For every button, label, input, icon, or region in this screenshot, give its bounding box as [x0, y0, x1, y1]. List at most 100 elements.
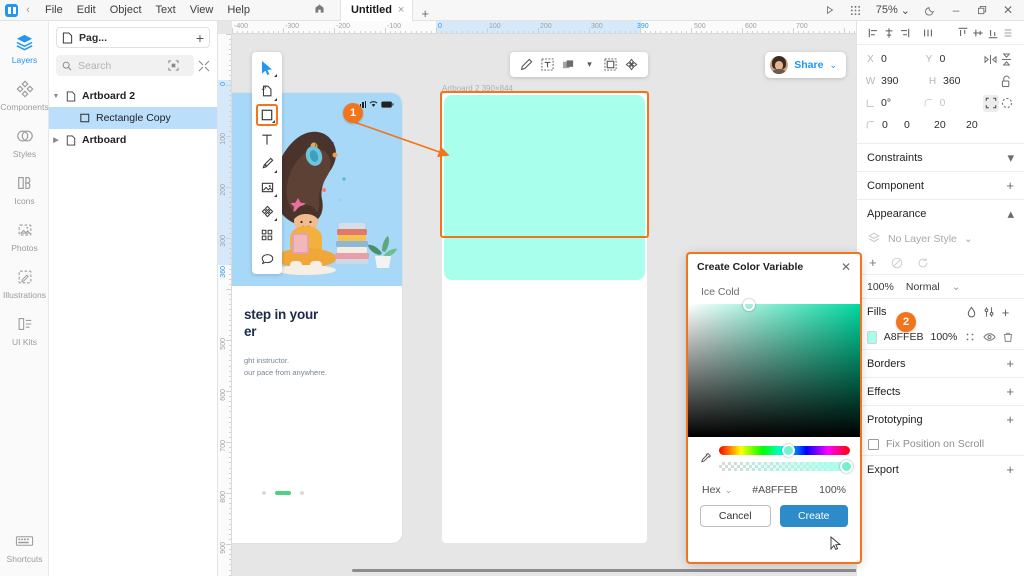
- maximize-button[interactable]: [970, 0, 994, 21]
- section-effects[interactable]: Effects +: [857, 377, 1024, 405]
- context-toolbar[interactable]: ▾: [510, 52, 648, 77]
- tab-untitled[interactable]: Untitled ×: [339, 0, 414, 21]
- section-prototyping[interactable]: Prototyping +: [857, 405, 1024, 433]
- apps-grid-icon[interactable]: [844, 0, 868, 21]
- saturation-value-area[interactable]: [688, 299, 860, 437]
- image-tool[interactable]: [256, 176, 278, 198]
- fill-color-swatch[interactable]: [867, 330, 877, 344]
- height-field[interactable]: H 360: [928, 75, 990, 87]
- hex-mode-selector[interactable]: Hex ⌄: [702, 484, 732, 496]
- blend-mode-value[interactable]: Normal: [906, 281, 940, 293]
- create-button[interactable]: Create: [779, 505, 848, 527]
- plus-icon[interactable]: +: [1006, 384, 1014, 399]
- menu-file[interactable]: File: [38, 0, 70, 21]
- section-borders[interactable]: Borders +: [857, 349, 1024, 377]
- moon-icon[interactable]: [918, 0, 942, 21]
- plus-icon[interactable]: +: [1006, 412, 1014, 427]
- app-logo-icon[interactable]: [5, 3, 18, 17]
- radius-field[interactable]: 0: [924, 97, 982, 109]
- x-field[interactable]: X 0: [866, 53, 924, 65]
- align-bottom-icon[interactable]: [985, 21, 1000, 45]
- share-bar[interactable]: Share ⌄: [765, 52, 846, 78]
- layer-style-row[interactable]: No Layer Style ⌄: [857, 227, 1024, 251]
- menu-object[interactable]: Object: [103, 0, 149, 21]
- tab-close-icon[interactable]: ×: [398, 4, 404, 16]
- plus-icon[interactable]: +: [1006, 462, 1014, 477]
- rectangle-copy-shape[interactable]: [444, 95, 645, 280]
- cancel-button[interactable]: Cancel: [700, 505, 771, 527]
- layer-row-artboard2[interactable]: ▼ Artboard 2: [49, 85, 217, 107]
- chevron-down-icon[interactable]: ▾: [581, 56, 598, 73]
- collapse-all-icon[interactable]: [198, 60, 210, 72]
- search-box[interactable]: [56, 55, 194, 76]
- zoom-selector[interactable]: 75% ⌄: [870, 4, 916, 17]
- chevron-up-icon[interactable]: ▴: [1007, 206, 1014, 222]
- rail-item-layers[interactable]: Layers: [0, 21, 49, 65]
- avatar[interactable]: [770, 56, 789, 74]
- distribute-h-icon[interactable]: [920, 21, 935, 45]
- trash-icon[interactable]: [1003, 331, 1014, 343]
- unlock-icon[interactable]: [998, 73, 1015, 90]
- corner-br[interactable]: 20: [934, 119, 966, 131]
- rail-item-uikits[interactable]: UI Kits: [0, 300, 49, 347]
- mask-icon[interactable]: [602, 56, 619, 73]
- opacity-value[interactable]: 100%: [819, 484, 846, 496]
- color-drop-icon[interactable]: [963, 304, 980, 321]
- layer-row-artboard[interactable]: ▶ Artboard: [49, 129, 217, 151]
- flip-horizontal-icon[interactable]: [983, 51, 999, 68]
- add-fill-button[interactable]: +: [997, 304, 1014, 321]
- boolean-icon[interactable]: [560, 56, 577, 73]
- page-selector[interactable]: Pag... +: [56, 27, 210, 48]
- hex-value[interactable]: #A8FFEB: [752, 484, 798, 496]
- distribute-icon[interactable]: [623, 56, 640, 73]
- rail-item-shortcuts[interactable]: Shortcuts: [0, 531, 49, 564]
- back-icon[interactable]: ‹: [18, 4, 38, 16]
- menu-edit[interactable]: Edit: [70, 0, 103, 21]
- distribute-v-icon[interactable]: [1000, 21, 1015, 45]
- layer-row-rectangle-copy[interactable]: Rectangle Copy: [49, 107, 217, 129]
- text-tool[interactable]: [256, 128, 278, 150]
- pen-tool[interactable]: [256, 152, 278, 174]
- grid-tool[interactable]: [256, 224, 278, 246]
- align-middle-v-icon[interactable]: [970, 21, 985, 45]
- search-input[interactable]: [78, 59, 162, 72]
- hide-icon[interactable]: [983, 332, 996, 342]
- rail-item-styles[interactable]: Styles: [0, 112, 49, 159]
- shape-tool[interactable]: [256, 200, 278, 222]
- focus-icon[interactable]: [168, 60, 179, 71]
- section-appearance[interactable]: Appearance ▴: [857, 199, 1024, 227]
- artboard-tool[interactable]: [256, 80, 278, 102]
- align-left-icon[interactable]: [866, 21, 881, 45]
- fill-hex-value[interactable]: A8FFEB: [884, 331, 924, 343]
- fill-opacity-value[interactable]: 100%: [930, 331, 957, 343]
- vertical-ruler[interactable]: 0 100 200 300 360 500 600 700 800 900: [218, 34, 232, 576]
- rail-item-illustrations[interactable]: Illustrations: [0, 253, 49, 300]
- fix-position-checkbox[interactable]: [868, 438, 879, 450]
- chevron-down-icon[interactable]: ⌄: [964, 233, 973, 245]
- section-export[interactable]: Export +: [857, 455, 1024, 483]
- artboard-2[interactable]: [442, 93, 647, 543]
- close-icon[interactable]: ✕: [841, 260, 851, 274]
- alpha-slider[interactable]: [719, 460, 853, 473]
- add-page-button[interactable]: +: [196, 30, 204, 46]
- color-name-input[interactable]: Ice Cold: [688, 280, 860, 304]
- rail-item-icons[interactable]: Icons: [0, 159, 49, 206]
- chevron-down-icon[interactable]: ⌄: [952, 281, 961, 293]
- hue-slider[interactable]: [719, 444, 850, 457]
- share-button-label[interactable]: Share: [794, 59, 823, 71]
- close-window-button[interactable]: ✕: [996, 0, 1020, 21]
- artboard2-label[interactable]: Artboard 2 390×844: [442, 84, 513, 93]
- horizontal-ruler[interactable]: -400 -300 -200 -100 0 100 200 300 390 500 600 700: [232, 21, 856, 34]
- horizontal-scrollbar[interactable]: [352, 569, 856, 572]
- disable-icon[interactable]: [891, 257, 903, 269]
- rectangle-tool[interactable]: [256, 104, 278, 126]
- section-component[interactable]: Component +: [857, 171, 1024, 199]
- fill-row[interactable]: A8FFEB 100%: [857, 325, 1024, 349]
- plus-icon[interactable]: +: [1006, 178, 1014, 193]
- grid-icon[interactable]: [964, 332, 975, 342]
- edit-icon[interactable]: [518, 56, 535, 73]
- text-icon[interactable]: [539, 56, 556, 73]
- corner-bl[interactable]: 20: [966, 119, 978, 131]
- menu-view[interactable]: View: [183, 0, 221, 21]
- reset-icon[interactable]: [917, 257, 929, 269]
